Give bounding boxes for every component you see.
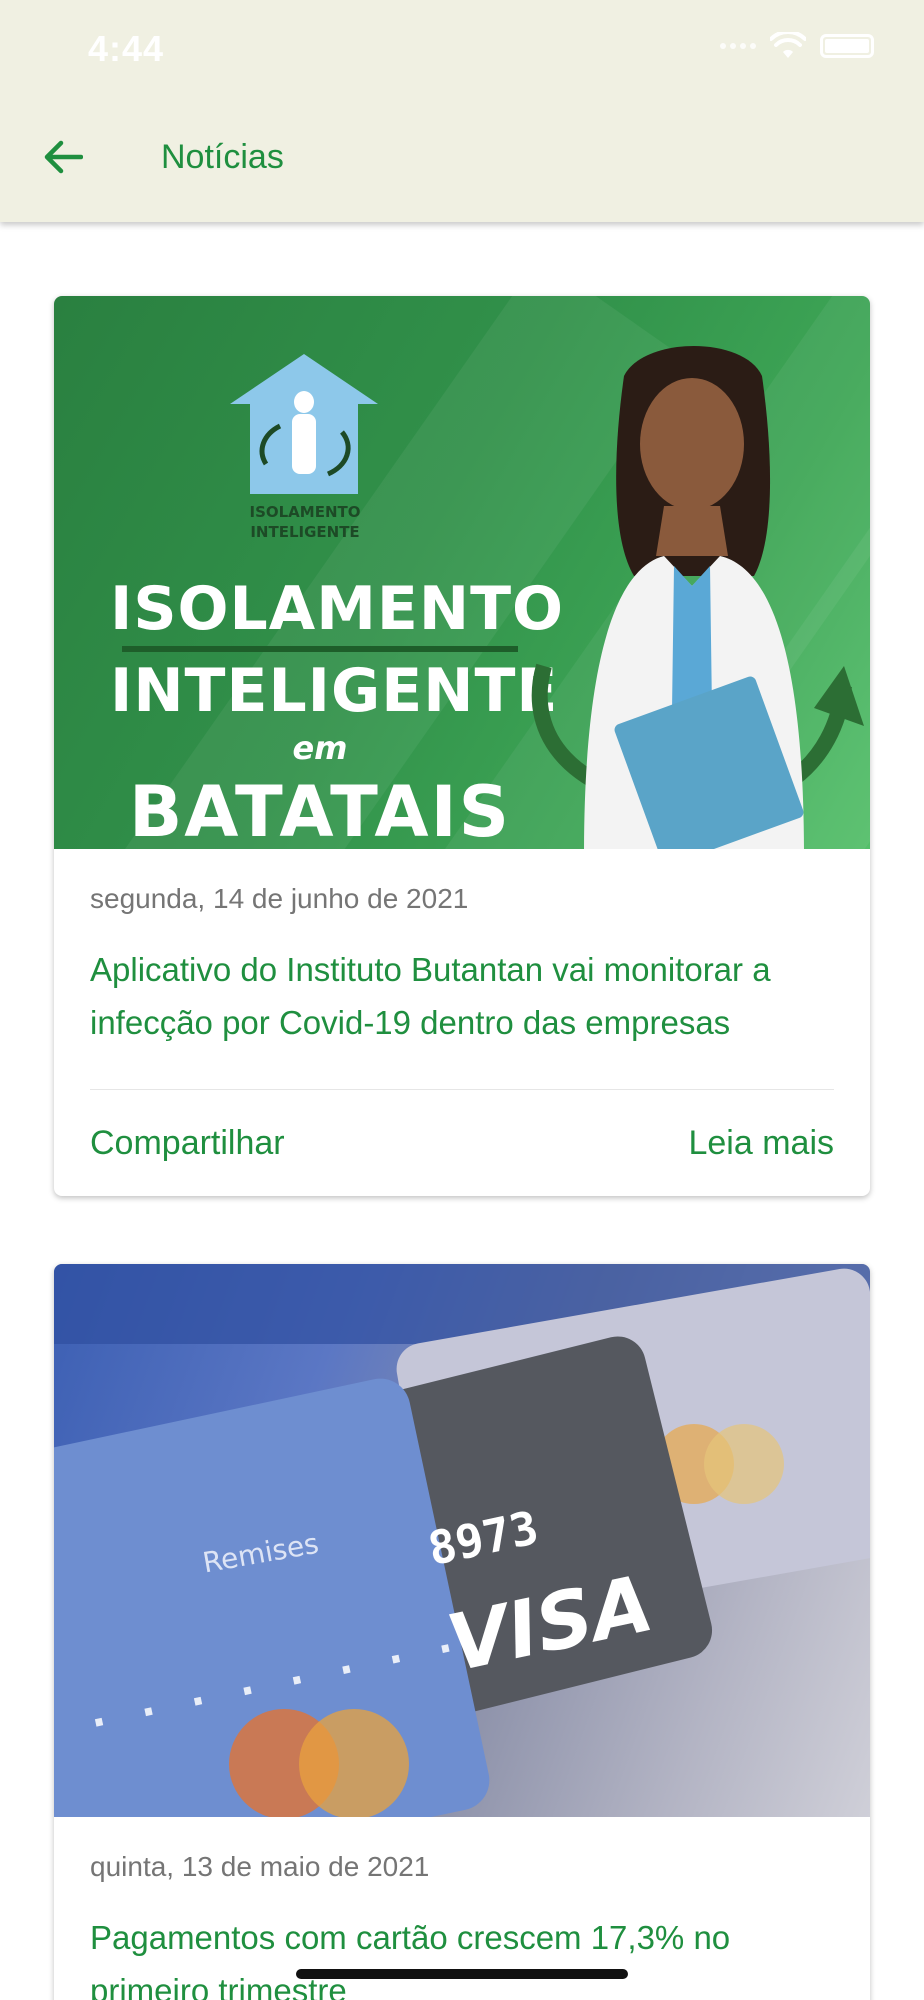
battery-icon — [820, 34, 874, 58]
logo-caption: ISOLAMENTO INTELIGENTE — [249, 503, 361, 541]
share-button[interactable]: Compartilhar — [90, 1124, 285, 1163]
app-header: 4:44 Notícias — [0, 0, 924, 222]
page-title: Notícias — [161, 138, 284, 176]
news-title[interactable]: Pagamentos com cartão crescem 17,3% no p… — [90, 1911, 834, 2000]
read-more-button[interactable]: Leia mais — [688, 1124, 834, 1163]
news-date: quinta, 13 de maio de 2021 — [90, 1851, 430, 1882]
news-feed[interactable]: ISOLAMENTO INTELIGENTE ISOLAMENTO INTELI… — [0, 222, 924, 2000]
promo-headline: ISOLAMENTO INTELIGENTE em BATATAIS — [110, 574, 565, 849]
status-time: 4:44 — [88, 28, 165, 69]
wifi-icon — [770, 32, 806, 58]
news-title[interactable]: Aplicativo do Instituto Butantan vai mon… — [90, 943, 834, 1049]
back-button[interactable] — [36, 130, 90, 184]
card-actions: Compartilhar Leia mais — [54, 1090, 870, 1196]
home-indicator — [296, 1969, 628, 1979]
status-icons — [720, 32, 874, 60]
credit-cards-photo: Remises 8973 VISA · · · · · · · · — [54, 1264, 870, 1817]
news-card[interactable]: Remises 8973 VISA · · · · · · · · quinta… — [54, 1264, 870, 2000]
doctor-illustration — [531, 346, 864, 849]
arrow-left-icon — [44, 140, 83, 174]
news-image[interactable]: ISOLAMENTO INTELIGENTE ISOLAMENTO INTELI… — [54, 296, 870, 849]
news-date: segunda, 14 de junho de 2021 — [90, 883, 469, 914]
news-image[interactable]: Remises 8973 VISA · · · · · · · · — [54, 1264, 870, 1817]
signal-icon — [720, 43, 756, 49]
news-card[interactable]: ISOLAMENTO INTELIGENTE ISOLAMENTO INTELI… — [54, 296, 870, 1196]
